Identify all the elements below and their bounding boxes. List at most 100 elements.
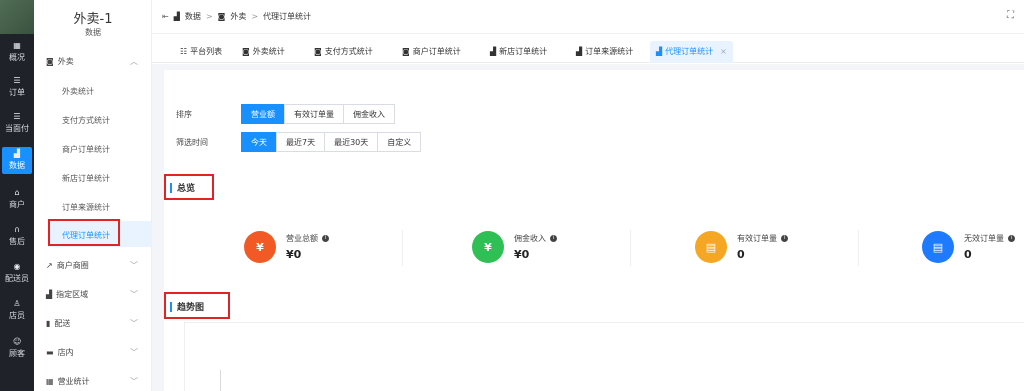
sort-label: 排序 [176,110,192,119]
calendar-icon: ▦ [46,377,54,386]
bar-chart-icon: ▟ [13,149,21,158]
bike-icon: ◙ [402,47,410,56]
stat-invalid-orders: ▤ 无效订单量 i 0 [922,231,1015,263]
breadcrumb-current: 代理订单统计 [263,12,312,21]
stat-value: ¥0 [514,248,530,261]
sidebar-item-newstore-orders[interactable]: 新店订单统计 [62,173,110,184]
sidebar-item-waimai-stats[interactable]: 外卖统计 [62,86,94,97]
time-option-30days[interactable]: 最近30天 [324,132,379,152]
stat-total-revenue: ¥ 营业总额 i ¥0 [244,231,329,263]
sidebar-group-revenue[interactable]: ▦ 营业统计 ﹀ [46,376,146,387]
rail-item-data[interactable]: ▟ 数据 [2,147,32,174]
sub-sidebar: 外卖-1 数据 ◙ 外卖 ︿ 外卖统计 支付方式统计 商户订单统计 新店订单统计… [34,0,152,391]
sidebar-group-waimai[interactable]: ◙ 外卖 ︿ [46,56,146,67]
highlight-box [164,292,230,319]
stat-valid-orders: ▤ 有效订单量 i 0 [695,231,788,263]
highlight-box [48,219,120,246]
sort-option-commission[interactable]: 佣金收入 [343,104,395,124]
stat-commission: ¥ 佣金收入 i ¥0 [472,231,557,263]
fullscreen-icon[interactable]: ⛶ [1007,10,1014,21]
content-panel: 排序 营业额 有效订单量 佣金收入 筛选时间 今天 最近7天 最近30天 自定义… [164,70,1024,391]
time-option-7days[interactable]: 最近7天 [276,132,326,152]
rail-item-orders[interactable]: ☰ 订单 [0,77,34,98]
tab-pay-stats[interactable]: ◙ 支付方式统计 [308,41,379,63]
sidebar-group-area[interactable]: ▟ 指定区域 ﹀ [46,289,146,300]
bar-chart-icon: ▟ [490,47,497,56]
smile-icon: ☺ [13,337,22,346]
tab-platform-list[interactable]: ☷ 平台列表 [174,41,228,63]
chevron-down-icon: ﹀ [130,348,138,357]
info-icon[interactable]: i [781,235,788,242]
stat-value: ¥0 [286,248,302,261]
sort-option-valid-orders[interactable]: 有效订单量 [284,104,344,124]
breadcrumb-separator: > [205,12,213,21]
line-chart-icon: ↗ [46,261,53,270]
sliders-icon: ☷ [180,47,188,56]
rail-item-courier[interactable]: ◉ 配送员 [0,263,34,284]
info-icon[interactable]: i [550,235,557,242]
stat-value: 0 [964,248,972,261]
divider [858,230,859,266]
breadcrumb-item[interactable]: 数据 [185,11,201,22]
sidebar-title: 外卖-1 [73,12,113,27]
bike-icon: ◙ [46,57,54,66]
sidebar-group-biz-circle[interactable]: ↗ 商户商圈 ﹀ [46,260,146,271]
menu-fold-icon[interactable]: ⇤ [162,12,169,21]
user-icon: ♙ [13,299,21,308]
time-option-today[interactable]: 今天 [241,132,277,152]
breadcrumb-item[interactable]: 外卖 [230,11,246,22]
time-filter-label: 筛选时间 [176,138,208,147]
grid-icon: ▦ [13,41,21,50]
divider [630,230,631,266]
bike-icon: ◙ [314,47,322,56]
stat-label: 无效订单量 [964,234,1004,243]
info-icon[interactable]: i [1008,235,1015,242]
stat-value: 0 [737,248,745,261]
rail-item-customer[interactable]: ☺ 顾客 [0,338,34,359]
tab-order-source[interactable]: ▟ 订单来源统计 [570,41,639,63]
sort-segmented: 营业额 有效订单量 佣金收入 [241,104,395,124]
tab-newstore-orders[interactable]: ▟ 新店订单统计 [484,41,553,63]
clipboard-icon: ▤ [922,231,954,263]
sidebar-item-pay-stats[interactable]: 支付方式统计 [62,115,110,126]
tab-waimai-stats[interactable]: ◙ 外卖统计 [236,41,291,63]
stat-label: 有效订单量 [737,234,777,243]
chevron-up-icon: ︿ [130,57,138,66]
bar-chart-icon: ▟ [576,47,583,56]
bike-icon: ◙ [217,12,226,21]
top-bar: ⇤ ▟ 数据 > ◙ 外卖 > 代理订单统计 ⛶ [152,0,1024,34]
list-icon: ☰ [13,76,21,85]
divider [402,230,403,266]
rail-item-overview[interactable]: ▦ 概况 [0,42,34,63]
chart-axis [220,370,221,391]
trend-chart [184,322,1024,391]
bike-icon: ◙ [242,47,250,56]
tab-agent-orders[interactable]: ▟ 代理订单统计 × [650,41,733,63]
chevron-down-icon: ﹀ [130,261,138,270]
bar-chart-icon: ▟ [46,290,53,299]
info-icon[interactable]: i [322,235,329,242]
sidebar-item-merchant-orders[interactable]: 商户订单统计 [62,144,110,155]
sort-option-revenue[interactable]: 营业额 [241,104,285,124]
rail-item-merchant[interactable]: ⌂ 商户 [0,189,34,210]
tab-bar: ☷ 平台列表 ◙ 外卖统计 ◙ 支付方式统计 ◙ 商户订单统计 ▟ 新店订单统计 ▟ 订单来… [152,38,1024,63]
sidebar-group-delivery[interactable]: ▮ 配送 ﹀ [46,318,146,329]
rail-item-facepay[interactable]: ☰ 当面付 [0,113,34,134]
tab-merchant-orders[interactable]: ◙ 商户订单统计 [396,41,467,63]
app-logo [0,0,34,34]
headset-icon: ∩ [14,225,20,234]
sidebar-subtitle: 数据 [85,28,101,37]
store-icon: ⌂ [14,188,20,197]
rail-item-staff[interactable]: ♙ 店员 [0,300,34,321]
bar-chart-icon: ▟ [173,12,180,21]
lock-icon: ▮ [46,319,51,328]
time-option-custom[interactable]: 自定义 [377,132,422,152]
sidebar-group-dinein[interactable]: ▬ 店内 ﹀ [46,347,146,358]
clipboard-icon: ▤ [695,231,727,263]
chevron-down-icon: ﹀ [130,290,138,299]
close-icon[interactable]: × [720,41,727,63]
sidebar-item-order-source[interactable]: 订单来源统计 [62,202,110,213]
time-segmented: 今天 最近7天 最近30天 自定义 [241,132,422,152]
stat-label: 佣金收入 [514,234,546,243]
rail-item-aftersale[interactable]: ∩ 售后 [0,226,34,247]
